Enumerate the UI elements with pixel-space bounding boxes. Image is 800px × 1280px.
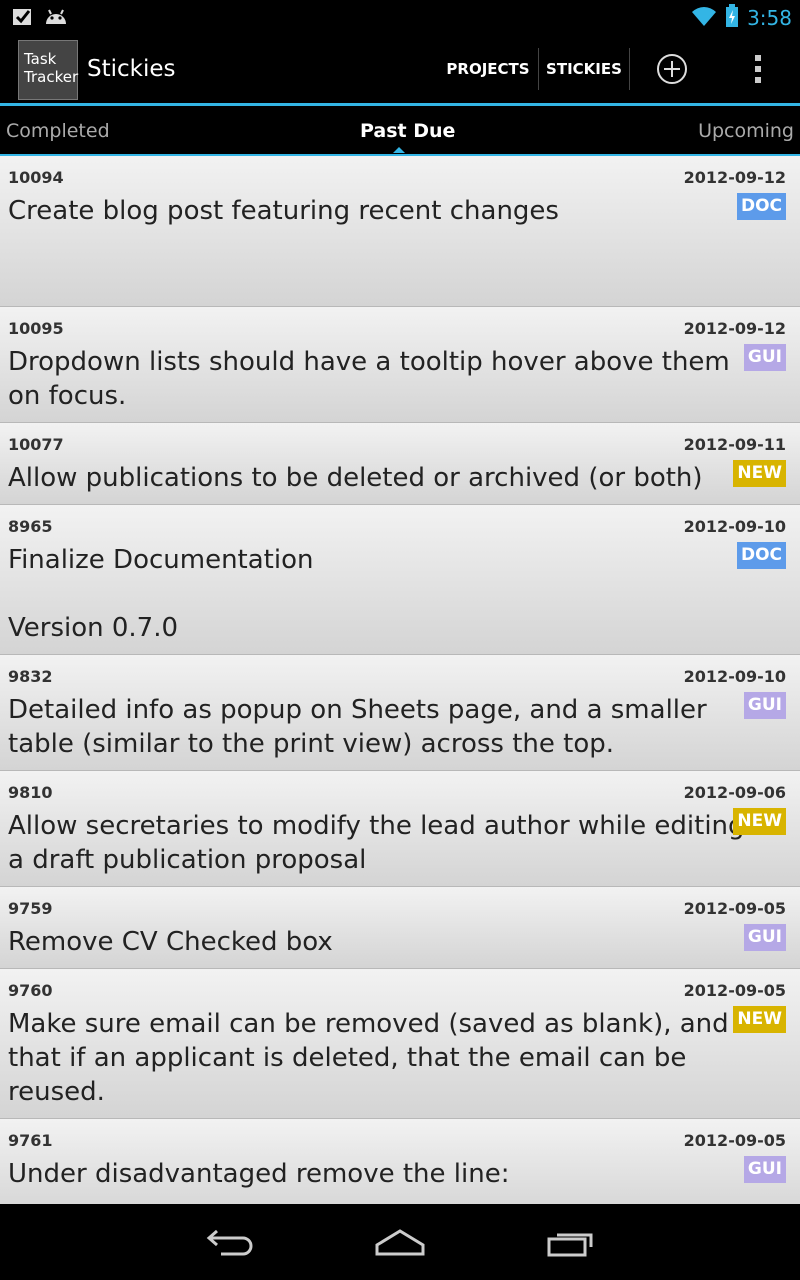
logo-line-1: Task — [24, 50, 57, 68]
task-text: Finalize Documentation Version 0.7.0 — [8, 545, 314, 643]
recent-apps-icon[interactable] — [540, 1218, 600, 1266]
tab-bar: Completed Past Due Upcoming — [0, 106, 800, 156]
task-date: 2012-09-12 — [683, 168, 786, 187]
list-item[interactable]: 10077 2012-09-11 Allow publications to b… — [0, 423, 800, 505]
tag-badge: GUI — [743, 1156, 786, 1183]
task-id: 9832 — [8, 667, 53, 686]
task-date: 2012-09-05 — [683, 981, 786, 1000]
task-text: Detailed info as popup on Sheets page, a… — [8, 695, 707, 759]
stickies-button[interactable]: STICKIES — [540, 34, 628, 104]
task-id: 9810 — [8, 783, 53, 802]
task-id: 10077 — [8, 435, 64, 454]
list-item[interactable]: 10094 2012-09-12 Create blog post featur… — [0, 156, 800, 307]
task-date: 2012-09-05 — [683, 899, 786, 918]
checkbox-icon — [12, 6, 34, 30]
task-date: 2012-09-06 — [683, 783, 786, 802]
app-logo[interactable]: Task Tracker — [18, 40, 78, 100]
task-id: 9760 — [8, 981, 53, 1000]
overflow-menu-icon[interactable] — [726, 34, 790, 104]
navigation-bar — [0, 1204, 800, 1280]
task-id: 10094 — [8, 168, 64, 187]
task-date: 2012-09-10 — [683, 667, 786, 686]
list-item[interactable]: 9832 2012-09-10 Detailed info as popup o… — [0, 655, 800, 771]
divider — [629, 48, 630, 90]
task-id: 9761 — [8, 1131, 53, 1150]
list-item[interactable]: 9759 2012-09-05 Remove CV Checked box GU… — [0, 887, 800, 969]
tag-badge: GUI — [743, 344, 786, 371]
task-text: Allow secretaries to modify the lead aut… — [8, 811, 745, 875]
task-text: Under disadvantaged remove the line: — [8, 1159, 510, 1189]
tab-past-due[interactable]: Past Due — [360, 120, 455, 142]
task-list[interactable]: 10094 2012-09-12 Create blog post featur… — [0, 156, 800, 1204]
tab-indicator — [393, 147, 405, 153]
list-item[interactable]: 9760 2012-09-05 Make sure email can be r… — [0, 969, 800, 1119]
task-id: 8965 — [8, 517, 53, 536]
task-text: Create blog post featuring recent change… — [8, 196, 559, 226]
task-text: Remove CV Checked box — [8, 927, 333, 957]
task-text: Allow publications to be deleted or arch… — [8, 463, 703, 493]
tag-badge: NEW — [733, 808, 786, 835]
status-bar: 3:58 — [0, 0, 800, 34]
tab-completed[interactable]: Completed — [6, 120, 110, 142]
logo-line-2: Tracker — [24, 68, 79, 86]
tag-badge: GUI — [743, 924, 786, 951]
task-date: 2012-09-11 — [683, 435, 786, 454]
divider — [538, 48, 539, 90]
task-date: 2012-09-10 — [683, 517, 786, 536]
home-icon[interactable] — [370, 1218, 430, 1266]
back-icon[interactable] — [200, 1218, 260, 1266]
task-date: 2012-09-05 — [683, 1131, 786, 1150]
battery-charging-icon — [725, 4, 739, 32]
list-item[interactable]: 9761 2012-09-05 Under disadvantaged remo… — [0, 1119, 800, 1204]
tag-badge: GUI — [743, 692, 786, 719]
tag-badge: DOC — [736, 193, 786, 220]
list-item[interactable]: 10095 2012-09-12 Dropdown lists should h… — [0, 307, 800, 423]
action-bar: Task Tracker Stickies PROJECTS STICKIES — [0, 34, 800, 106]
task-id: 10095 — [8, 319, 64, 338]
task-date: 2012-09-12 — [683, 319, 786, 338]
android-icon — [44, 6, 68, 30]
task-text: Dropdown lists should have a tooltip hov… — [8, 347, 730, 411]
plus-circle-icon[interactable] — [640, 34, 704, 104]
list-item[interactable]: 8965 2012-09-10 Finalize Documentation V… — [0, 505, 800, 655]
wifi-icon — [691, 5, 717, 31]
projects-button[interactable]: PROJECTS — [440, 34, 536, 104]
app-title: Stickies — [87, 56, 176, 82]
tab-upcoming[interactable]: Upcoming — [698, 120, 794, 142]
tag-badge: NEW — [733, 460, 786, 487]
clock: 3:58 — [747, 6, 792, 30]
task-id: 9759 — [8, 899, 53, 918]
tag-badge: NEW — [733, 1006, 786, 1033]
task-text: Make sure email can be removed (saved as… — [8, 1009, 729, 1107]
tag-badge: DOC — [736, 542, 786, 569]
list-item[interactable]: 9810 2012-09-06 Allow secretaries to mod… — [0, 771, 800, 887]
